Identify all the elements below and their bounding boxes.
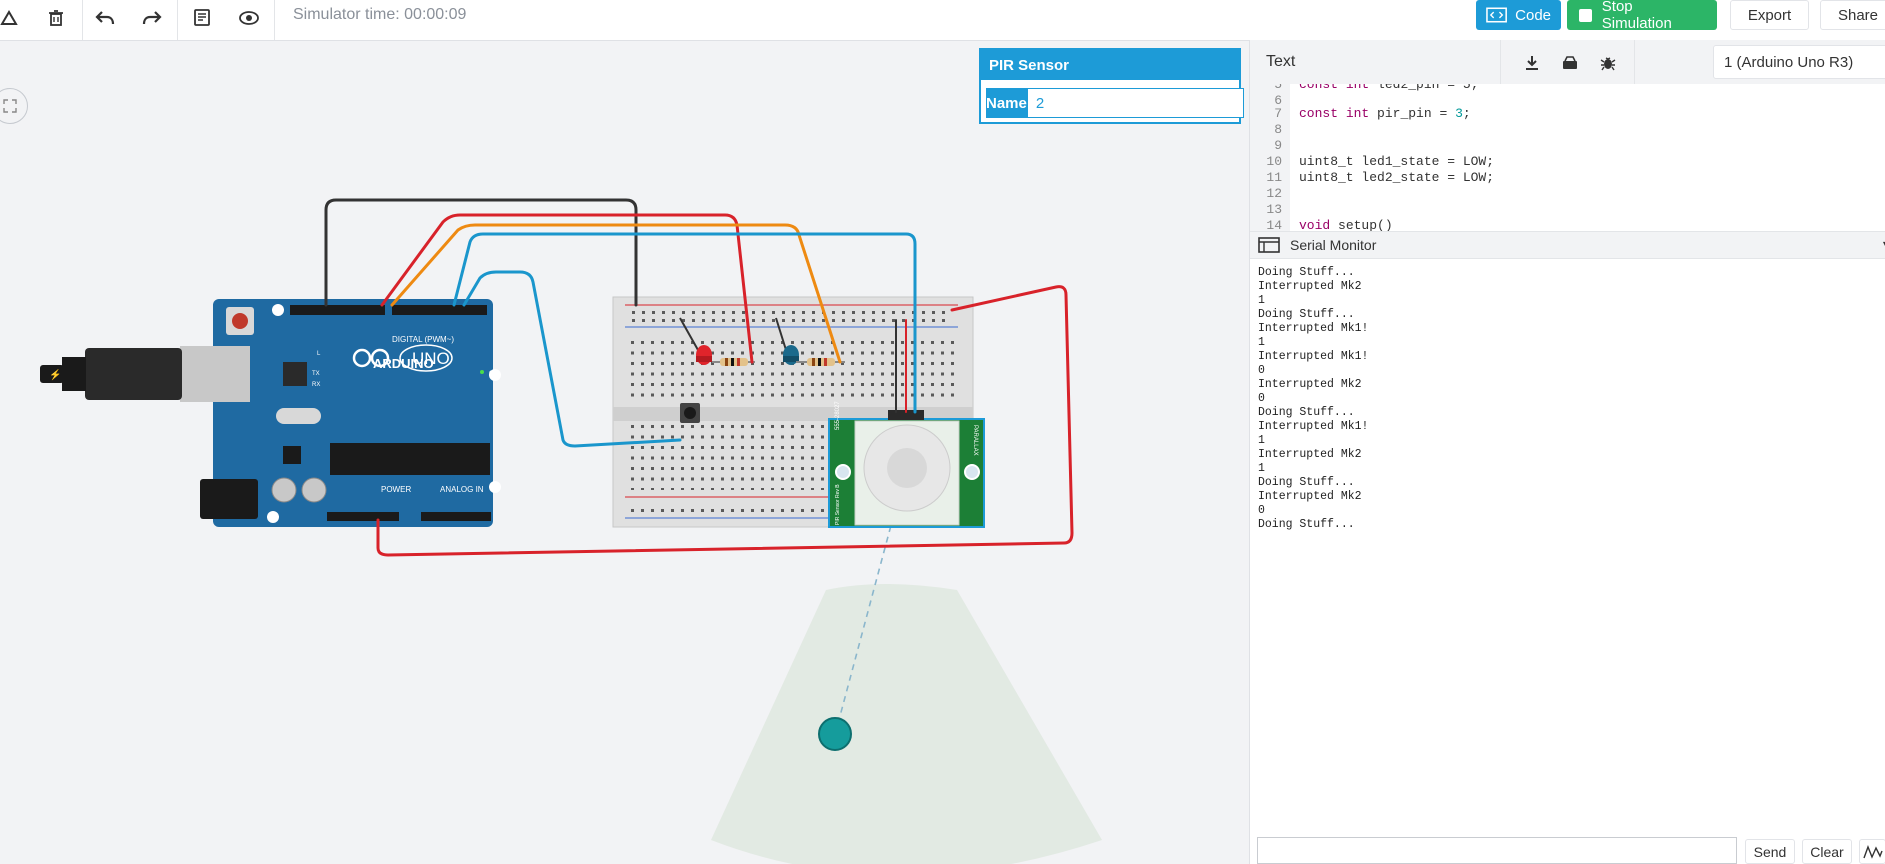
serial-line: Doing Stuff... — [1258, 476, 1355, 489]
usb-cable: ⚡ — [40, 346, 250, 402]
svg-text:RX: RX — [312, 382, 320, 388]
name-input[interactable] — [1026, 88, 1244, 118]
pir-left-label: 555-28027 — [835, 401, 841, 430]
serial-line: Interrupted Mk1! — [1258, 350, 1369, 363]
serial-line: Interrupted Mk2 — [1258, 490, 1362, 503]
graph-toggle-icon[interactable] — [1859, 839, 1885, 864]
simulator-time: Simulator time: 00:00:09 — [293, 6, 467, 23]
code-icon — [1486, 7, 1507, 23]
svg-text:TX: TX — [312, 371, 320, 377]
undo-icon[interactable] — [88, 3, 122, 33]
pir-sensor: 555-28027 PARALLAX PIR Sensor Rev B — [828, 401, 985, 528]
serial-line: Interrupted Mk2 — [1258, 280, 1362, 293]
serial-line: 0 — [1258, 392, 1265, 405]
svg-text:ON: ON — [489, 371, 498, 377]
code-editor-panel: Text 1 (Arduino Uno R3) ▼ 5 const int le… — [1249, 40, 1885, 864]
code-editor[interactable]: 5 const int led2_pin = 5; 6 7 const int … — [1250, 84, 1885, 231]
arduino-uno: ARDUINO UNO DIGITAL (PWM~) POWER ANALOG … — [200, 299, 501, 527]
serial-line: Doing Stuff... — [1258, 308, 1355, 321]
code-panel-header: Text 1 (Arduino Uno R3) ▼ — [1250, 40, 1885, 85]
serial-line: 0 — [1258, 364, 1265, 377]
download-icon[interactable] — [1515, 48, 1549, 78]
notes-icon[interactable] — [185, 3, 219, 33]
pir-detection-zone — [711, 584, 1102, 864]
serial-line: Interrupted Mk1! — [1258, 420, 1369, 433]
rotate-icon[interactable] — [0, 3, 26, 33]
power-label: POWER — [381, 485, 411, 494]
svg-text:⚡: ⚡ — [49, 368, 61, 381]
analog-label: ANALOG IN — [440, 485, 484, 494]
pir-bottom-label: PIR Sensor Rev B — [835, 484, 841, 525]
visibility-icon[interactable] — [232, 3, 266, 33]
serial-line: 1 — [1258, 462, 1265, 475]
serial-line: 1 — [1258, 294, 1265, 307]
motion-target — [818, 717, 852, 751]
properties-title: PIR Sensor — [981, 50, 1239, 80]
code-button[interactable]: Code — [1476, 0, 1561, 30]
name-row: Name — [986, 88, 1244, 118]
serial-line: Doing Stuff... — [1258, 266, 1355, 279]
arduino-model-label: UNO — [412, 349, 450, 368]
circuit-drawing: ARDUINO UNO DIGITAL (PWM~) POWER ANALOG … — [40, 198, 1102, 864]
properties-panel: PIR Sensor Name — [979, 48, 1244, 124]
toolbar: Simulator time: 00:00:09 Code Stop Simul… — [0, 0, 1885, 41]
serial-line: Doing Stuff... — [1258, 406, 1355, 419]
serial-line: Interrupted Mk2 — [1258, 378, 1362, 391]
delete-icon[interactable] — [39, 3, 73, 33]
serial-line: Doing Stuff... — [1258, 518, 1355, 531]
stop-simulation-label: Stop Simulation — [1601, 0, 1672, 32]
serial-monitor-icon — [1258, 237, 1280, 258]
serial-output: Doing Stuff... Interrupted Mk2 1 Doing S… — [1258, 266, 1368, 532]
serial-input[interactable] — [1257, 837, 1737, 864]
board-select-value: 1 (Arduino Uno R3) — [1724, 53, 1854, 71]
serial-line: 1 — [1258, 434, 1265, 447]
clear-button[interactable]: Clear — [1802, 839, 1852, 864]
stop-simulation-button[interactable]: Stop Simulation — [1567, 0, 1717, 32]
library-icon[interactable] — [1553, 48, 1587, 78]
share-button[interactable]: Share — [1820, 0, 1885, 30]
serial-line: 1 — [1258, 336, 1265, 349]
send-button[interactable]: Send — [1745, 839, 1795, 864]
serial-line: Interrupted Mk1! — [1258, 322, 1369, 335]
collapse-icon[interactable]: ▼ — [1881, 239, 1885, 249]
board-select[interactable]: 1 (Arduino Uno R3) ▼ — [1713, 45, 1885, 79]
stop-icon — [1579, 8, 1592, 22]
pir-right-label: PARALLAX — [972, 425, 978, 456]
serial-monitor-title: Serial Monitor — [1290, 237, 1377, 253]
serial-line: Interrupted Mk2 — [1258, 448, 1362, 461]
serial-line: 0 — [1258, 504, 1265, 517]
export-button[interactable]: Export — [1730, 0, 1809, 30]
code-mode-label[interactable]: Text — [1266, 53, 1295, 71]
push-button — [680, 403, 700, 423]
circuit-canvas[interactable]: ARDUINO UNO DIGITAL (PWM~) POWER ANALOG … — [0, 40, 1249, 864]
name-label: Name — [986, 88, 1027, 118]
code-button-label: Code — [1515, 6, 1551, 24]
debugger-icon[interactable] — [1591, 48, 1625, 78]
digital-label: DIGITAL (PWM~) — [392, 335, 454, 344]
redo-icon[interactable] — [135, 3, 169, 33]
serial-monitor-header[interactable]: Serial Monitor ▼ — [1250, 231, 1885, 259]
